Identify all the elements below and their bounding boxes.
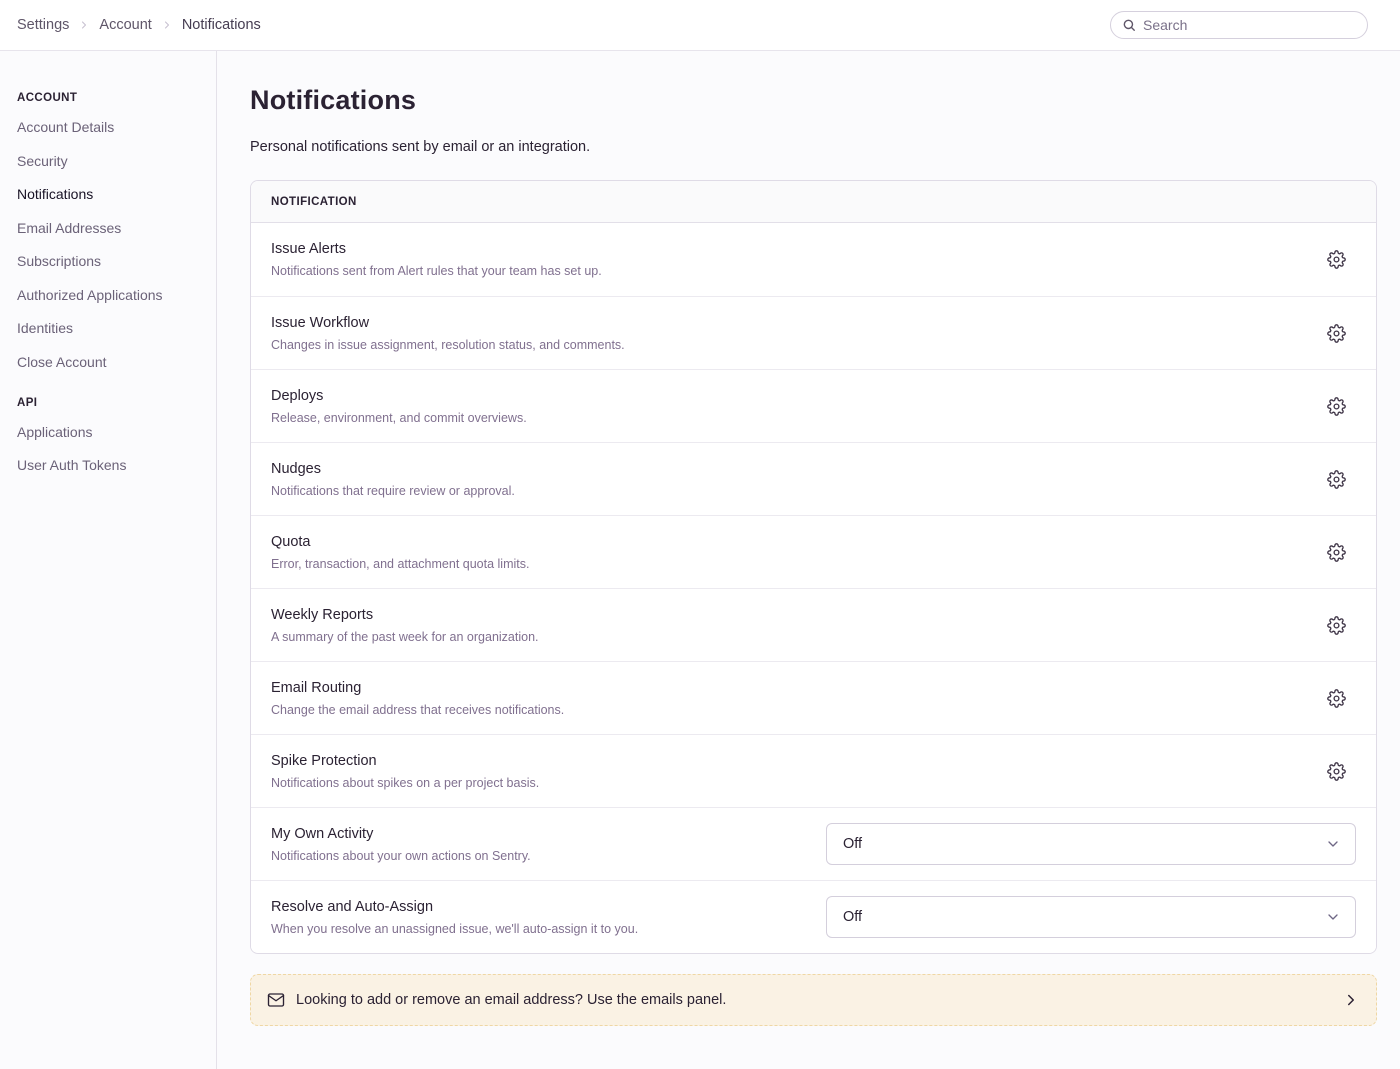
gear-icon (1327, 543, 1346, 562)
row-title: Weekly Reports (271, 607, 1307, 623)
search-input[interactable] (1143, 17, 1356, 33)
breadcrumb: Settings Account Notifications (17, 17, 261, 33)
resolve-auto-assign-select[interactable]: Off (826, 896, 1356, 938)
search-box[interactable] (1110, 11, 1368, 39)
sidebar-item-security[interactable]: Security (17, 153, 206, 169)
sidebar-item-close-account[interactable]: Close Account (17, 354, 206, 370)
main-content: Notifications Personal notifications sen… (217, 51, 1400, 1069)
breadcrumb-notifications[interactable]: Notifications (182, 17, 261, 33)
sidebar-item-user-auth-tokens[interactable]: User Auth Tokens (17, 457, 206, 473)
chevron-right-icon (78, 19, 90, 31)
row-description: Changes in issue assignment, resolution … (271, 338, 1307, 352)
settings-gear-button[interactable] (1323, 758, 1350, 785)
notification-row-quota: Quota Error, transaction, and attachment… (251, 515, 1376, 588)
notification-row-email-routing: Email Routing Change the email address t… (251, 661, 1376, 734)
settings-gear-button[interactable] (1323, 320, 1350, 347)
gear-icon (1327, 616, 1346, 635)
chevron-down-icon (1325, 836, 1341, 852)
row-title: Email Routing (271, 680, 1307, 696)
sidebar-section-title: ACCOUNT (17, 92, 206, 104)
panel-header: NOTIFICATION (251, 181, 1376, 223)
settings-gear-button[interactable] (1323, 539, 1350, 566)
sidebar-item-notifications[interactable]: Notifications (17, 186, 206, 202)
topbar: Settings Account Notifications (0, 0, 1400, 51)
row-text: Issue Alerts Notifications sent from Ale… (271, 241, 1323, 278)
banner-text: Looking to add or remove an email addres… (296, 992, 726, 1008)
row-text: Email Routing Change the email address t… (271, 680, 1323, 717)
sidebar-item-subscriptions[interactable]: Subscriptions (17, 253, 206, 269)
gear-icon (1327, 762, 1346, 781)
sidebar-item-authorized-applications[interactable]: Authorized Applications (17, 287, 206, 303)
my-own-activity-select[interactable]: Off (826, 823, 1356, 865)
sidebar-section-account: ACCOUNT Account Details Security Notific… (17, 92, 206, 370)
row-text: Weekly Reports A summary of the past wee… (271, 607, 1323, 644)
row-text: Resolve and Auto-Assign When you resolve… (271, 899, 826, 936)
search-icon (1122, 18, 1136, 32)
row-text: Deploys Release, environment, and commit… (271, 388, 1323, 425)
row-text: Spike Protection Notifications about spi… (271, 753, 1323, 790)
gear-icon (1327, 250, 1346, 269)
settings-gear-button[interactable] (1323, 246, 1350, 273)
settings-gear-button[interactable] (1323, 466, 1350, 493)
notification-row-deploys: Deploys Release, environment, and commit… (251, 369, 1376, 442)
sidebar-item-email-addresses[interactable]: Email Addresses (17, 220, 206, 236)
chevron-right-icon (161, 19, 173, 31)
settings-gear-button[interactable] (1323, 612, 1350, 639)
row-description: Notifications that require review or app… (271, 484, 1307, 498)
sidebar-section-api: API Applications User Auth Tokens (17, 397, 206, 474)
row-title: Issue Alerts (271, 241, 1307, 257)
select-value: Off (843, 909, 862, 925)
breadcrumb-account[interactable]: Account (99, 17, 151, 33)
sidebar-item-identities[interactable]: Identities (17, 320, 206, 336)
select-value: Off (843, 836, 862, 852)
notification-row-resolve-auto-assign: Resolve and Auto-Assign When you resolve… (251, 880, 1376, 953)
row-description: Notifications sent from Alert rules that… (271, 264, 1307, 278)
notification-row-spike-protection: Spike Protection Notifications about spi… (251, 734, 1376, 807)
row-description: When you resolve an unassigned issue, we… (271, 922, 810, 936)
sidebar-section-title: API (17, 397, 206, 409)
chevron-right-icon (1342, 991, 1360, 1009)
notifications-panel: NOTIFICATION Issue Alerts Notifications … (250, 180, 1377, 954)
row-text: Issue Workflow Changes in issue assignme… (271, 315, 1323, 352)
row-text: My Own Activity Notifications about your… (271, 826, 826, 863)
gear-icon (1327, 324, 1346, 343)
settings-gear-button[interactable] (1323, 393, 1350, 420)
notification-row-issue-workflow: Issue Workflow Changes in issue assignme… (251, 296, 1376, 369)
row-text: Quota Error, transaction, and attachment… (271, 534, 1323, 571)
sidebar-item-account-details[interactable]: Account Details (17, 119, 206, 135)
sidebar-item-applications[interactable]: Applications (17, 424, 206, 440)
settings-sidebar: ACCOUNT Account Details Security Notific… (0, 51, 217, 1069)
row-title: Issue Workflow (271, 315, 1307, 331)
row-description: Release, environment, and commit overvie… (271, 411, 1307, 425)
row-description: Change the email address that receives n… (271, 703, 1307, 717)
row-description: Error, transaction, and attachment quota… (271, 557, 1307, 571)
page-title: Notifications (250, 85, 1377, 116)
row-title: Spike Protection (271, 753, 1307, 769)
settings-gear-button[interactable] (1323, 685, 1350, 712)
row-title: Quota (271, 534, 1307, 550)
page-description: Personal notifications sent by email or … (250, 139, 1377, 155)
notification-row-weekly-reports: Weekly Reports A summary of the past wee… (251, 588, 1376, 661)
notification-row-nudges: Nudges Notifications that require review… (251, 442, 1376, 515)
row-description: Notifications about your own actions on … (271, 849, 810, 863)
notification-row-issue-alerts: Issue Alerts Notifications sent from Ale… (251, 223, 1376, 296)
breadcrumb-settings[interactable]: Settings (17, 17, 69, 33)
row-title: Deploys (271, 388, 1307, 404)
mail-icon (267, 991, 285, 1009)
row-title: Nudges (271, 461, 1307, 477)
row-text: Nudges Notifications that require review… (271, 461, 1323, 498)
row-title: Resolve and Auto-Assign (271, 899, 810, 915)
gear-icon (1327, 689, 1346, 708)
emails-panel-banner[interactable]: Looking to add or remove an email addres… (250, 974, 1377, 1026)
row-title: My Own Activity (271, 826, 810, 842)
gear-icon (1327, 397, 1346, 416)
row-description: A summary of the past week for an organi… (271, 630, 1307, 644)
chevron-down-icon (1325, 909, 1341, 925)
gear-icon (1327, 470, 1346, 489)
row-description: Notifications about spikes on a per proj… (271, 776, 1307, 790)
notification-row-my-own-activity: My Own Activity Notifications about your… (251, 807, 1376, 880)
